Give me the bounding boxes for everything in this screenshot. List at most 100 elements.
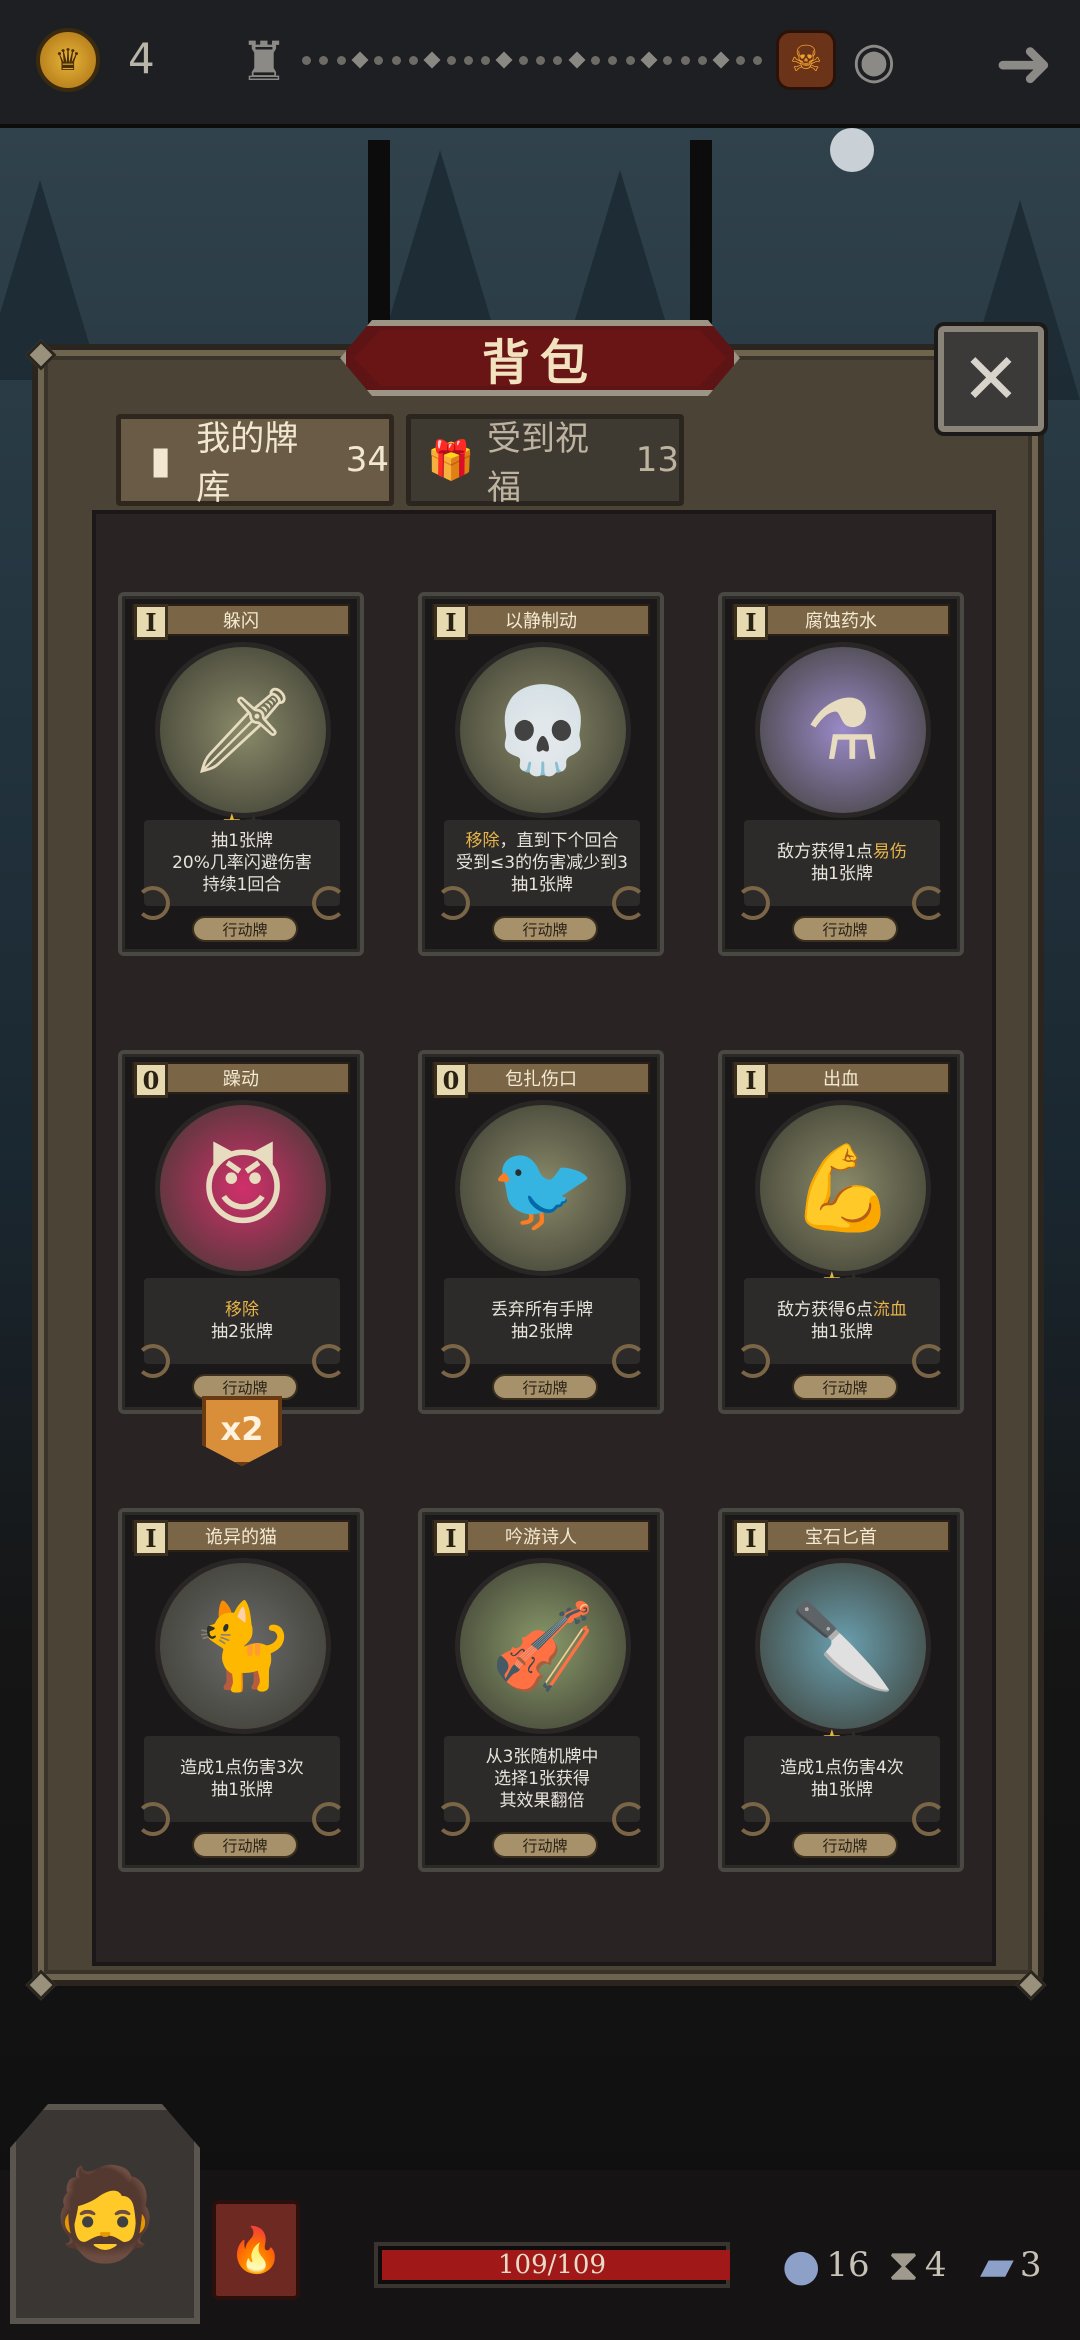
deck-card[interactable]: 以静制动 I 💀 移除，直到下个回合 受到≤3的伤害减少到3 抽1张牌 行动牌 <box>418 592 664 956</box>
card-description-line: 造成1点伤害4次 <box>780 1758 904 1778</box>
card-cost: I <box>134 604 168 640</box>
hooded-dodger-icon: 🗡 <box>155 642 331 818</box>
back-arrow-icon[interactable]: ➜ <box>984 28 1064 98</box>
keyword-highlight: 移除 <box>225 1300 259 1320</box>
cards-stat[interactable]: ▰ 3 <box>980 2230 1041 2300</box>
card-description-line: 其效果翻倍 <box>499 1791 585 1811</box>
hero-portrait-icon[interactable]: 🧔 <box>10 2104 200 2324</box>
card-ornament <box>312 1802 346 1836</box>
deck-card[interactable]: 吟游诗人 I 🎻 从3张随机牌中 选择1张获得 其效果翻倍 行动牌 <box>418 1508 664 1872</box>
close-icon: ✕ <box>961 338 1021 420</box>
card-description-line: 丢弃所有手牌 <box>491 1300 593 1320</box>
card-cost: I <box>734 1520 768 1556</box>
card-type-label: 行动牌 <box>492 1374 598 1400</box>
hourglass-count: 4 <box>924 2245 947 2285</box>
hourglass-icon: ⧗ <box>888 2239 919 2291</box>
health-text: 109/109 <box>497 2250 606 2280</box>
dialog-title: 背包 <box>481 335 598 391</box>
card-ornament <box>136 1802 170 1836</box>
gift-icon: 🎁 <box>427 437 475 482</box>
keyword-highlight: 移除 <box>465 831 500 851</box>
card-description-line: 造成1点伤害3次 <box>180 1758 304 1778</box>
card-ornament <box>136 1344 170 1378</box>
card-description-line: 抽1张牌 <box>811 1780 873 1800</box>
hanging-strap <box>368 140 390 350</box>
deck-card[interactable]: 腐蚀药水 I ⚗ 敌方获得1点易伤 抽1张牌 行动牌 <box>718 592 964 956</box>
card-description-line: 抽2张牌 <box>211 1322 273 1342</box>
card-description-line: 选择1张获得 <box>494 1769 590 1789</box>
dagger-icon: 🔪 <box>755 1558 931 1734</box>
orb-stat[interactable]: ● 16 <box>782 2230 870 2300</box>
card-description: 移除，直到下个回合 受到≤3的伤害减少到3 抽1张牌 <box>444 820 640 906</box>
card-description-line: 受到≤3的伤害减少到3 <box>456 853 628 873</box>
card-type-label: 行动牌 <box>792 1832 898 1858</box>
tab-blessings[interactable]: 🎁 受到祝福 13 <box>406 414 684 508</box>
card-type-label: 行动牌 <box>792 1374 898 1400</box>
card-ornament <box>312 1344 346 1378</box>
card-description-line: 抽1张牌 <box>811 1322 873 1342</box>
deck-card[interactable]: 躁动 0 😈 移除 抽2张牌 行动牌 <box>118 1050 364 1414</box>
card-description-line: 从3张随机牌中 <box>485 1747 599 1767</box>
deck-card[interactable]: 宝石匕首I🔪★★造成1点伤害4次抽1张牌行动牌 <box>718 1508 964 1872</box>
health-bar: 109/109 <box>374 2242 730 2288</box>
bleeding-arm-icon: 💪 <box>755 1100 931 1276</box>
close-button[interactable]: ✕ <box>938 326 1044 432</box>
spellbook-icon[interactable]: 🔥 <box>212 2200 300 2300</box>
crown-coin-icon: ♛ <box>36 28 100 92</box>
card-ornament <box>912 886 946 920</box>
orb-icon: ● <box>782 2239 821 2291</box>
card-description: 造成1点伤害4次 抽1张牌 <box>744 1736 940 1822</box>
tab-count: 34 <box>345 440 389 480</box>
card-type-label: 行动牌 <box>192 1832 298 1858</box>
card-ornament <box>436 886 470 920</box>
card-description-line: 敌方获得6点流血 <box>777 1300 907 1320</box>
card-ornament <box>612 886 646 920</box>
card-description-line: 移除 <box>225 1299 259 1321</box>
deck-card[interactable]: 躲闪I🗡★★抽1张牌20%几率闪避伤害持续1回合行动牌 <box>118 592 364 956</box>
eye-icon[interactable]: ◉ <box>842 35 906 85</box>
tower-icon[interactable]: ♜ <box>236 30 292 94</box>
map-progress <box>302 51 762 69</box>
card-type-label: 行动牌 <box>492 916 598 942</box>
card-type-label: 行动牌 <box>492 1832 598 1858</box>
plague-doctor-icon: 🐦 <box>455 1100 631 1276</box>
card-ornament <box>736 1802 770 1836</box>
card-description-line: 20%几率闪避伤害 <box>172 853 312 873</box>
card-description: 丢弃所有手牌 抽2张牌 <box>444 1278 640 1364</box>
keyword-highlight: 流血 <box>872 1300 907 1320</box>
card-description: 敌方获得6点流血 抽1张牌 <box>744 1278 940 1364</box>
card-cost: 0 <box>134 1062 168 1098</box>
orb-count: 16 <box>826 2245 870 2285</box>
card-description: 造成1点伤害3次 抽1张牌 <box>144 1736 340 1822</box>
title-banner: 背包 <box>340 320 740 396</box>
card-description-line: 持续1回合 <box>202 875 282 895</box>
card-ornament <box>612 1344 646 1378</box>
card-ornament <box>736 1344 770 1378</box>
card-ornament <box>136 886 170 920</box>
moon <box>830 128 874 172</box>
card-icon: ▮ <box>150 438 172 482</box>
tab-my-deck[interactable]: ▮ 我的牌库 34 <box>116 414 394 508</box>
card-ornament <box>736 886 770 920</box>
card-ornament <box>312 886 346 920</box>
card-description: 抽1张牌 20%几率闪避伤害 持续1回合 <box>144 820 340 906</box>
card-description: 从3张随机牌中 选择1张获得 其效果翻倍 <box>444 1736 640 1822</box>
card-description-line: 敌方获得1点易伤 <box>777 842 907 862</box>
cat-icon: 🐈 <box>155 1558 331 1734</box>
card-cost: I <box>734 604 768 640</box>
card-description-line: 抽1张牌 <box>211 831 273 851</box>
card-description-line: 抽1张牌 <box>511 875 573 895</box>
card-type-label: 行动牌 <box>192 916 298 942</box>
card-cost: I <box>734 1062 768 1098</box>
demon-boss-icon[interactable]: ☠ <box>776 30 836 90</box>
card-ornament <box>612 1802 646 1836</box>
hourglass-stat[interactable]: ⧗ 4 <box>888 2230 947 2300</box>
card-description-line: 抽1张牌 <box>211 1780 273 1800</box>
deck-card[interactable]: 出血I💪★★敌方获得6点流血抽1张牌行动牌 <box>718 1050 964 1414</box>
card-cost: I <box>434 1520 468 1556</box>
deck-card[interactable]: 诡异的猫 I 🐈 造成1点伤害3次 抽1张牌 行动牌 <box>118 1508 364 1872</box>
deck-card[interactable]: 包扎伤口 0 🐦 丢弃所有手牌 抽2张牌 行动牌 <box>418 1050 664 1414</box>
cards-count: 3 <box>1019 2245 1042 2285</box>
tab-label: 我的牌库 <box>196 419 299 508</box>
hanging-strap <box>690 140 712 350</box>
